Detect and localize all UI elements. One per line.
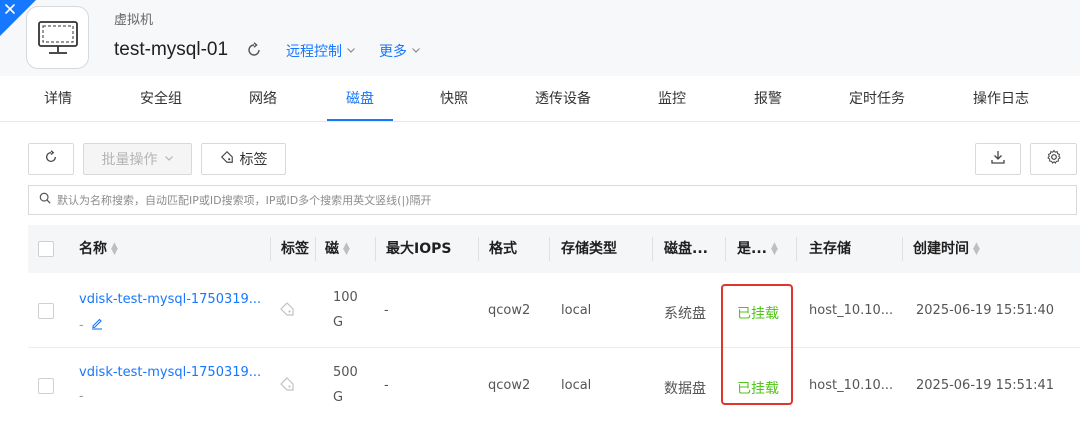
column-divider[interactable] xyxy=(478,237,479,261)
column-divider[interactable] xyxy=(549,237,550,261)
column-divider[interactable] xyxy=(796,237,797,261)
remote-control-dropdown[interactable]: 远程控制 xyxy=(286,41,356,61)
disk-name-link[interactable]: vdisk-test-mysql-1750319... xyxy=(79,365,261,380)
row-checkbox[interactable] xyxy=(38,378,54,394)
vm-header: 虚拟机 test-mysql-01 远程控制 更多 xyxy=(0,0,1080,76)
max-iops-value: - xyxy=(384,378,389,393)
highlight-annotation-box xyxy=(721,284,793,405)
max-iops-value: - xyxy=(384,303,389,318)
table-header: 名称 ▲ ▼ 标签 磁 ▲ ▼ 最大IOPS 格式 存储类型 磁盘... 是... ▲ ▼ … xyxy=(28,225,1080,273)
column-divider[interactable] xyxy=(270,237,271,261)
disk-size-value: 500 xyxy=(333,365,358,380)
primary-storage-value: host_10.10... xyxy=(809,303,894,318)
column-divider[interactable] xyxy=(375,237,376,261)
column-divider[interactable] xyxy=(652,237,653,261)
column-header-format: 格式 xyxy=(489,241,517,257)
tag-icon[interactable] xyxy=(279,301,295,321)
sort-icon[interactable]: ▲ ▼ xyxy=(343,242,350,257)
tab-disk[interactable]: 磁盘 xyxy=(327,76,393,122)
disk-size-unit: G xyxy=(333,315,344,330)
vm-type-label: 虚拟机 xyxy=(114,13,154,28)
tab-operation-log[interactable]: 操作日志 xyxy=(970,76,1032,122)
refresh-icon xyxy=(44,150,58,168)
chevron-down-icon xyxy=(346,43,356,59)
tag-icon xyxy=(220,150,234,168)
search-icon xyxy=(39,192,51,208)
sort-icon[interactable]: ▲ ▼ xyxy=(111,242,118,257)
format-value: qcow2 xyxy=(488,303,531,318)
more-label: 更多 xyxy=(379,44,407,60)
disk-size-value: 100 xyxy=(333,290,358,305)
column-header-created[interactable]: 创建时间 ▲ ▼ xyxy=(913,225,980,273)
column-header-tag: 标签 xyxy=(281,241,309,257)
format-value: qcow2 xyxy=(488,378,531,393)
download-button[interactable] xyxy=(975,143,1021,175)
edit-pencil-icon[interactable] xyxy=(90,316,104,334)
disk-type-value: 数据盘 xyxy=(664,381,706,397)
select-all-checkbox[interactable] xyxy=(38,241,54,257)
gear-icon xyxy=(1046,149,1062,169)
column-header-mounted[interactable]: 是... ▲ ▼ xyxy=(737,225,778,273)
tab-monitoring[interactable]: 监控 xyxy=(656,76,688,122)
disk-description: - xyxy=(79,389,84,404)
tab-alarm[interactable]: 报警 xyxy=(752,76,784,122)
refresh-button[interactable] xyxy=(28,143,74,175)
column-header-mounted-label: 是... xyxy=(737,241,767,257)
tab-network[interactable]: 网络 xyxy=(246,76,280,122)
vm-name-title: test-mysql-01 xyxy=(114,39,229,60)
disk-size-unit: G xyxy=(333,390,344,405)
chevron-down-icon xyxy=(164,151,174,167)
created-time-value: 2025-06-19 15:51:41 xyxy=(916,378,1055,393)
table-row[interactable]: vdisk-test-mysql-1750319... - 500 G - qc… xyxy=(28,348,1080,422)
table-row[interactable]: vdisk-test-mysql-1750319... - 100 G - qc… xyxy=(28,273,1080,348)
refresh-status-icon[interactable] xyxy=(246,42,262,58)
primary-storage-value: host_10.10... xyxy=(809,378,894,393)
column-divider[interactable] xyxy=(725,237,726,261)
column-header-max-iops: 最大IOPS xyxy=(386,241,452,257)
search-bar[interactable]: 默认为名称搜索，自动匹配IP或ID搜索项，IP或ID多个搜索用英文竖线(|)隔开 xyxy=(28,185,1077,215)
batch-operations-label: 批量操作 xyxy=(101,152,158,168)
detail-tabs: 详情 安全组 网络 磁盘 快照 透传设备 监控 报警 定时任务 操作日志 xyxy=(0,76,1080,122)
column-header-storage-type: 存储类型 xyxy=(561,241,617,257)
row-checkbox[interactable] xyxy=(38,303,54,319)
storage-type-value: local xyxy=(561,378,592,393)
column-divider[interactable] xyxy=(315,237,316,261)
tag-icon[interactable] xyxy=(279,376,295,396)
download-icon xyxy=(990,149,1006,169)
tab-passthrough-device[interactable]: 透传设备 xyxy=(532,76,594,122)
tab-snapshot[interactable]: 快照 xyxy=(438,76,470,122)
column-header-name[interactable]: 名称 ▲ ▼ xyxy=(79,225,118,273)
column-header-primary-storage: 主存储 xyxy=(809,241,851,257)
settings-button[interactable] xyxy=(1030,143,1077,175)
column-header-name-label: 名称 xyxy=(79,241,107,257)
active-tab-indicator xyxy=(327,119,393,121)
column-header-disk-type: 磁盘... xyxy=(664,241,708,257)
disk-name-link[interactable]: vdisk-test-mysql-1750319... xyxy=(79,292,261,307)
batch-operations-button[interactable]: 批量操作 xyxy=(83,143,192,175)
created-time-value: 2025-06-19 15:51:40 xyxy=(916,303,1055,318)
storage-type-value: local xyxy=(561,303,592,318)
tab-details[interactable]: 详情 xyxy=(42,76,74,122)
column-header-size-label: 磁 xyxy=(325,241,339,257)
vm-monitor-icon xyxy=(26,6,89,69)
more-dropdown[interactable]: 更多 xyxy=(379,41,421,61)
tags-label: 标签 xyxy=(239,152,268,168)
search-input[interactable]: 默认为名称搜索，自动匹配IP或ID搜索项，IP或ID多个搜索用英文竖线(|)隔开 xyxy=(57,192,431,208)
disk-description-text: - xyxy=(79,317,84,333)
disk-description: - xyxy=(79,316,104,334)
column-header-created-label: 创建时间 xyxy=(913,241,969,257)
tags-button[interactable]: 标签 xyxy=(201,143,286,175)
tab-security-group[interactable]: 安全组 xyxy=(136,76,186,122)
sort-icon[interactable]: ▲ ▼ xyxy=(771,242,778,257)
remote-control-label: 远程控制 xyxy=(286,44,342,60)
disk-type-value: 系统盘 xyxy=(664,306,706,322)
sort-icon[interactable]: ▲ ▼ xyxy=(973,242,980,257)
tab-scheduled-tasks[interactable]: 定时任务 xyxy=(846,76,908,122)
chevron-down-icon xyxy=(411,43,421,59)
column-header-size[interactable]: 磁 ▲ ▼ xyxy=(325,225,350,273)
column-divider[interactable] xyxy=(902,237,903,261)
